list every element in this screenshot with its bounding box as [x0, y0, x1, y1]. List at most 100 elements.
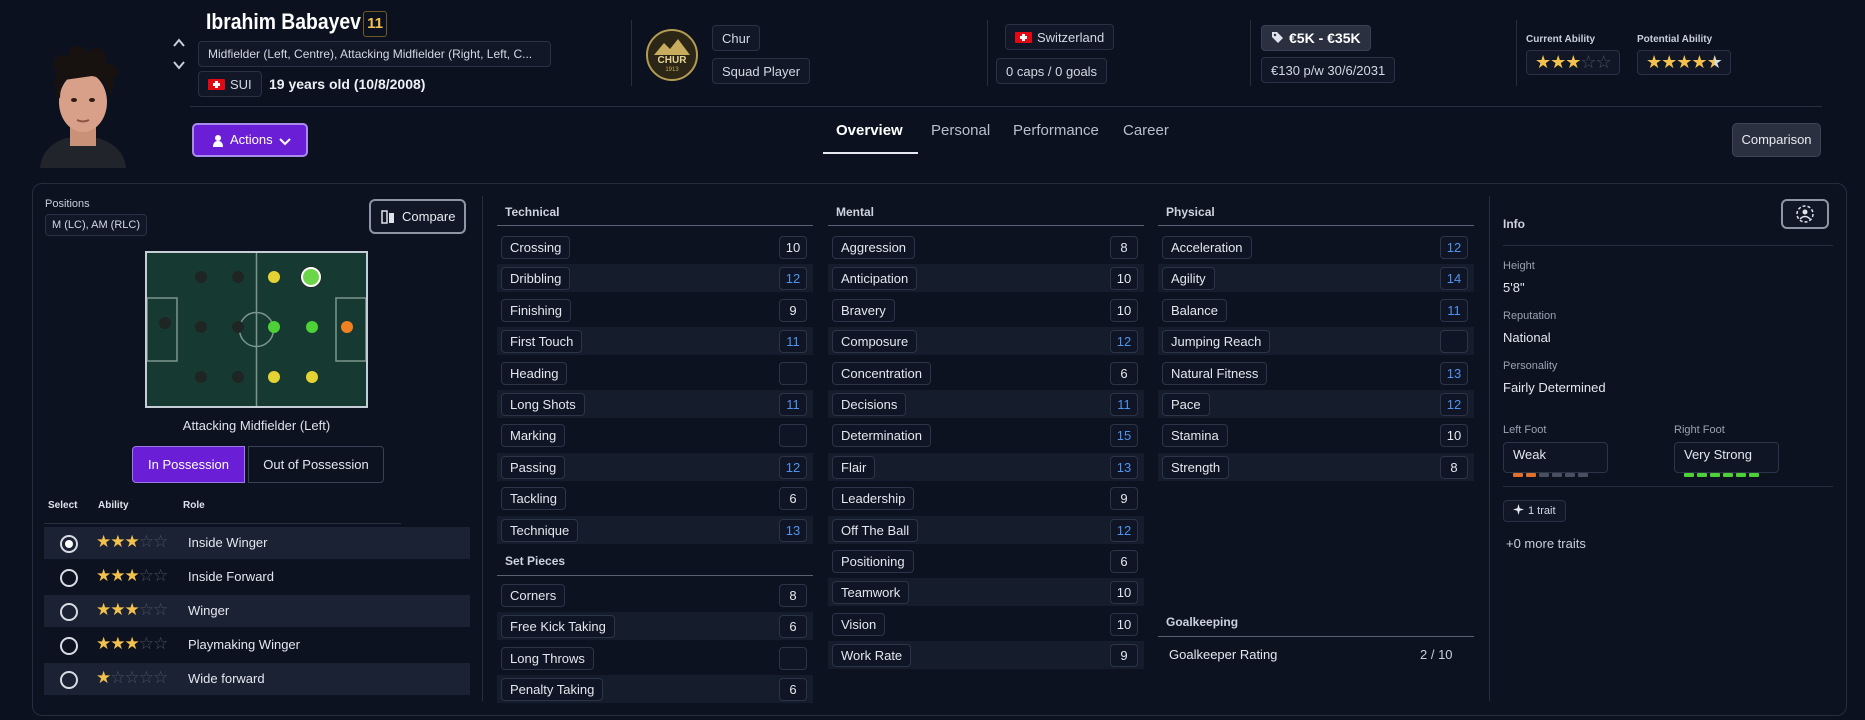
more-traits-link[interactable]: +0 more traits [1506, 536, 1586, 551]
role-radio[interactable] [60, 671, 78, 689]
tab-career[interactable]: Career [1123, 122, 1169, 139]
left-foot-value: Weak [1513, 447, 1546, 462]
traits-chip[interactable]: 1 trait [1503, 500, 1566, 522]
club-badge: CHUR 1913 [646, 29, 698, 81]
role-radio[interactable] [60, 569, 78, 587]
actions-label: Actions [230, 132, 273, 147]
tab-overview[interactable]: Overview [836, 122, 903, 139]
compare-button[interactable]: Compare [369, 199, 466, 234]
out-of-possession-tab[interactable]: Out of Possession [248, 446, 384, 483]
attribute-value: 12 [1440, 236, 1468, 259]
role-radio[interactable] [60, 637, 78, 655]
attribute-row: Dribbling 12 [497, 264, 813, 293]
tab-personal[interactable]: Personal [931, 122, 990, 139]
info-settings-button[interactable] [1781, 199, 1829, 229]
person-icon [213, 135, 223, 147]
attribute-value: 11 [779, 393, 807, 416]
role-row[interactable]: ★★★☆☆ Inside Winger [44, 527, 470, 559]
previous-player-button[interactable] [172, 36, 186, 50]
attribute-row: Penalty Taking 6 [497, 675, 813, 704]
personality-value: Fairly Determined [1503, 380, 1606, 395]
nation-chip[interactable]: Switzerland [1005, 24, 1115, 50]
attribute-value: 11 [779, 330, 807, 354]
foot-level-segment [1578, 473, 1588, 477]
roles-header-ability: Ability [98, 500, 129, 511]
attribute-value [1440, 330, 1468, 354]
attribute-value: 9 [1110, 644, 1138, 668]
role-name: Wide forward [188, 671, 265, 686]
role-radio[interactable] [60, 603, 78, 621]
attribute-value: 10 [1110, 612, 1138, 636]
attribute-row: Positioning 6 [828, 547, 1144, 575]
attribute-name: Vision [832, 612, 886, 636]
attribute-row: Balance 11 [1158, 296, 1474, 324]
caps-chip: 0 caps / 0 goals [996, 58, 1108, 84]
attribute-value: 8 [1440, 455, 1468, 479]
attribute-name: Free Kick Taking [501, 615, 615, 639]
attribute-value: 9 [1110, 487, 1138, 511]
physical-title: Physical [1166, 205, 1215, 219]
contract-chip: €130 p/w 30/6/2031 [1261, 57, 1396, 83]
contract-expiry: 30/6/2031 [1327, 63, 1386, 78]
attribute-row: Bravery 10 [828, 296, 1144, 324]
swiss-flag-icon [1015, 32, 1032, 43]
role-row[interactable]: ★★★☆☆ Playmaking Winger [44, 629, 470, 661]
attribute-value: 13 [779, 518, 807, 542]
role-name: Inside Forward [188, 569, 274, 584]
positions-chip: Midfielder (Left, Centre), Attacking Mid… [198, 41, 551, 67]
attribute-row: Composure 12 [828, 327, 1144, 356]
attribute-row: Stamina 10 [1158, 421, 1474, 449]
foot-level-segment [1697, 473, 1707, 477]
attribute-value: 8 [779, 584, 807, 607]
role-radio[interactable] [60, 535, 78, 553]
set-pieces-title: Set Pieces [505, 554, 566, 568]
attribute-value: 15 [1110, 424, 1138, 448]
role-row[interactable]: ★☆☆☆☆ Wide forward [44, 663, 470, 695]
attribute-name: Penalty Taking [501, 678, 604, 702]
attribute-row: Aggression 8 [828, 233, 1144, 261]
attribute-name: Work Rate [832, 644, 912, 668]
current-ability-stars: ★★★☆☆ [1526, 50, 1620, 75]
attribute-name: Finishing [501, 298, 572, 322]
club-name[interactable]: Chur [712, 25, 761, 51]
comparison-button[interactable]: Comparison [1732, 123, 1821, 157]
tab-performance[interactable]: Performance [1013, 122, 1099, 139]
attribute-value: 11 [1440, 298, 1468, 322]
attribute-row: Passing 12 [497, 452, 813, 481]
nation-code: SUI [230, 77, 252, 92]
attribute-row: Acceleration 12 [1158, 233, 1474, 261]
attribute-name: Dribbling [501, 267, 571, 291]
club-badge-text: CHUR [657, 55, 687, 66]
wage: €130 p/w [1271, 63, 1324, 78]
selected-position-marker[interactable] [301, 267, 321, 287]
attribute-value: 12 [1110, 330, 1138, 354]
actions-button[interactable]: Actions [192, 123, 308, 157]
attribute-value: 10 [779, 236, 807, 259]
role-row[interactable]: ★★★☆☆ Inside Forward [44, 561, 470, 593]
in-possession-tab[interactable]: In Possession [132, 446, 245, 483]
foot-level-segment [1513, 473, 1523, 477]
attribute-name: Stamina [1162, 424, 1228, 448]
attribute-value: 10 [1110, 298, 1138, 322]
attribute-name: Natural Fitness [1162, 361, 1268, 385]
mental-title: Mental [836, 205, 875, 219]
attribute-name: Anticipation [832, 267, 918, 291]
nation-country: Switzerland [1037, 30, 1105, 45]
attribute-row: Concentration 6 [828, 359, 1144, 387]
right-foot-value: Very Strong [1684, 447, 1752, 462]
attribute-value: 12 [779, 267, 807, 291]
next-player-button[interactable] [172, 58, 186, 72]
attribute-name: Agility [1162, 267, 1215, 291]
traits-count: 1 trait [1528, 505, 1556, 517]
attribute-row: First Touch 11 [497, 327, 813, 356]
attribute-row: Teamwork 10 [828, 578, 1144, 607]
foot-level-segment [1710, 473, 1720, 477]
attribute-value: 10 [1110, 267, 1138, 291]
attribute-value: 13 [1440, 361, 1468, 385]
attribute-name: Pace [1162, 393, 1210, 416]
role-row[interactable]: ★★★☆☆ Winger [44, 595, 470, 627]
attribute-value: 12 [1110, 518, 1138, 542]
attribute-row: Tackling 6 [497, 484, 813, 512]
attribute-row: Heading [497, 359, 813, 387]
attribute-row: Vision 10 [828, 610, 1144, 638]
